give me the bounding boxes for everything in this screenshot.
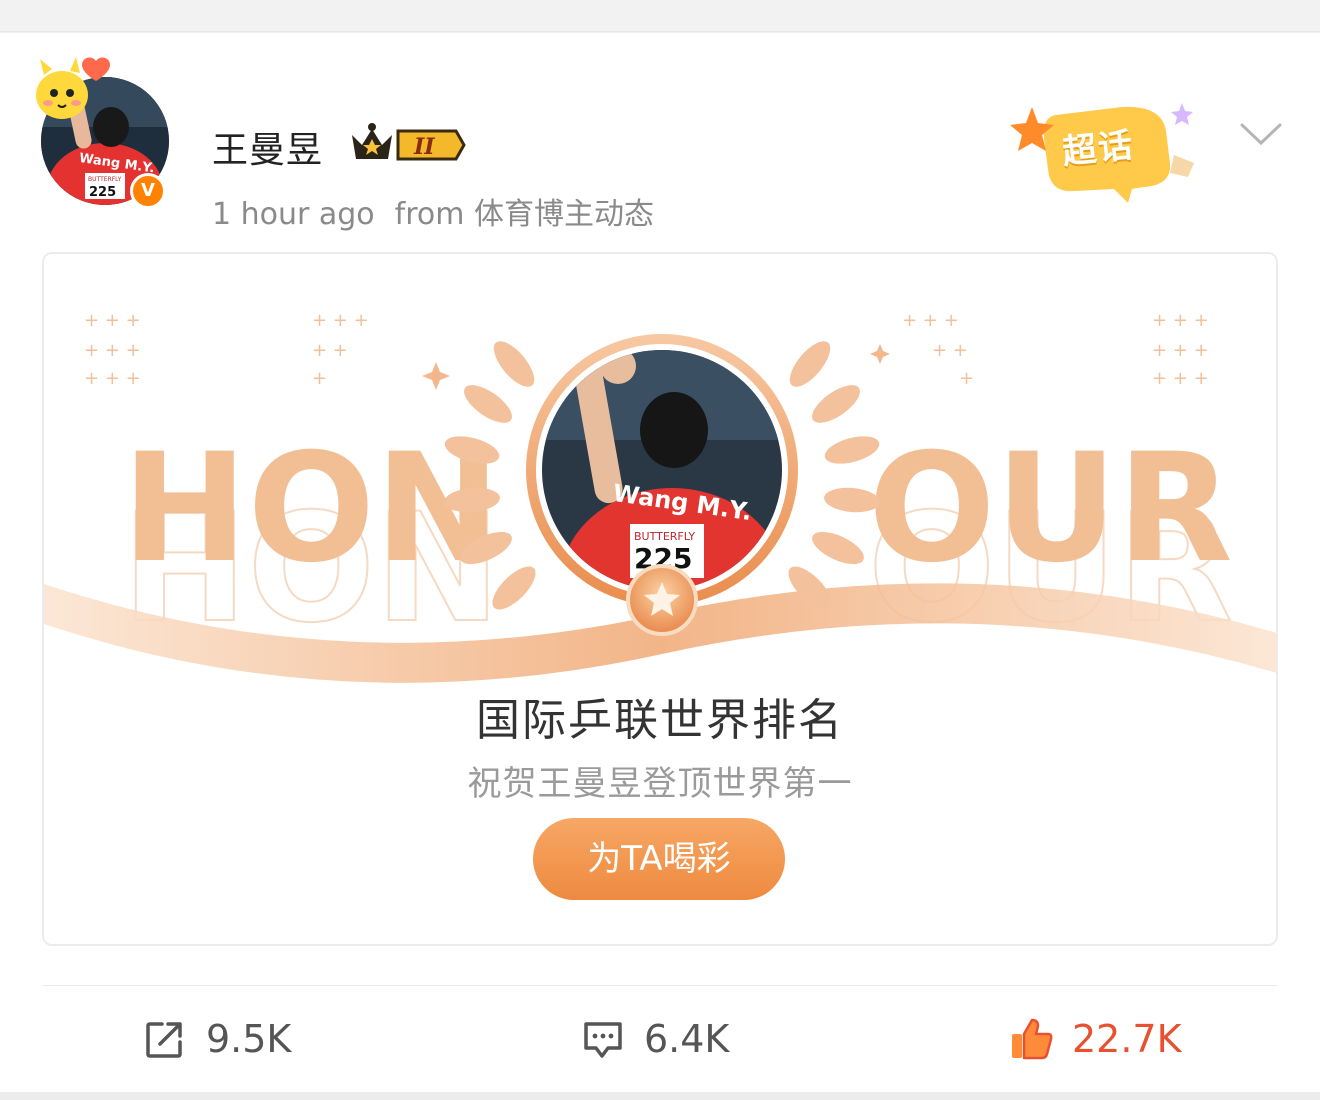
svg-text:+ + +: + + + bbox=[84, 368, 141, 389]
cheer-button[interactable]: 为TA喝彩 bbox=[533, 818, 785, 900]
svg-text:II: II bbox=[413, 134, 435, 160]
verified-badge: V bbox=[130, 173, 166, 209]
svg-text:+: + bbox=[959, 368, 974, 389]
comment-count: 6.4K bbox=[644, 1017, 730, 1061]
honour-subtitle: 祝贺王曼昱登顶世界第一 bbox=[467, 764, 853, 804]
chevron-down-icon[interactable] bbox=[1238, 119, 1284, 149]
svg-text:+ + +: + + + bbox=[1152, 310, 1209, 331]
top-strip bbox=[0, 0, 1320, 32]
svg-text:+ + +: + + + bbox=[84, 310, 141, 331]
repost-icon bbox=[146, 1022, 182, 1058]
svg-text:+: + bbox=[312, 368, 327, 389]
post-meta: 1 hour ago from 体育博主动态 bbox=[212, 189, 674, 233]
avatar-pendant-icon bbox=[36, 57, 110, 119]
comment-button[interactable]: 6.4K bbox=[580, 1014, 729, 1064]
comment-icon bbox=[584, 1022, 622, 1058]
repost-count: 9.5K bbox=[206, 1017, 292, 1061]
svg-text:+ + +: + + + bbox=[1152, 340, 1209, 361]
repost-button[interactable]: 9.5K bbox=[142, 1014, 291, 1064]
honour-word-left: HON bbox=[122, 422, 501, 596]
svg-text:+ +: + + bbox=[932, 340, 968, 361]
member-crown-badge[interactable]: II bbox=[348, 123, 466, 167]
bottom-strip bbox=[0, 1092, 1320, 1100]
username[interactable]: 王曼昱 bbox=[212, 121, 323, 173]
svg-text:+ + +: + + + bbox=[84, 340, 141, 361]
honour-word-right: OUR bbox=[868, 422, 1233, 596]
like-count: 22.7K bbox=[1072, 1017, 1182, 1061]
divider bbox=[42, 985, 1278, 986]
post-time: 1 hour ago bbox=[212, 197, 375, 232]
svg-text:+ + +: + + + bbox=[902, 310, 959, 331]
svg-text:BUTTERFLY: BUTTERFLY bbox=[88, 176, 122, 183]
avatar[interactable]: Wang M.Y. BUTTERFLY 225 V bbox=[30, 53, 180, 213]
svg-text:+ +: + + bbox=[312, 340, 348, 361]
chaohua-label[interactable]: 超话 bbox=[1060, 117, 1137, 173]
post-source[interactable]: from 体育博主动态 bbox=[395, 197, 654, 232]
svg-text:+ + +: + + + bbox=[312, 310, 369, 331]
svg-text:+ + +: + + + bbox=[1152, 368, 1209, 389]
svg-text:225: 225 bbox=[89, 185, 116, 200]
thumbs-up-icon bbox=[1012, 1018, 1053, 1060]
medal-star-icon bbox=[626, 564, 698, 636]
honour-title: 国际乒联世界排名 bbox=[476, 695, 844, 746]
like-button[interactable]: 22.7K bbox=[1008, 1014, 1182, 1064]
